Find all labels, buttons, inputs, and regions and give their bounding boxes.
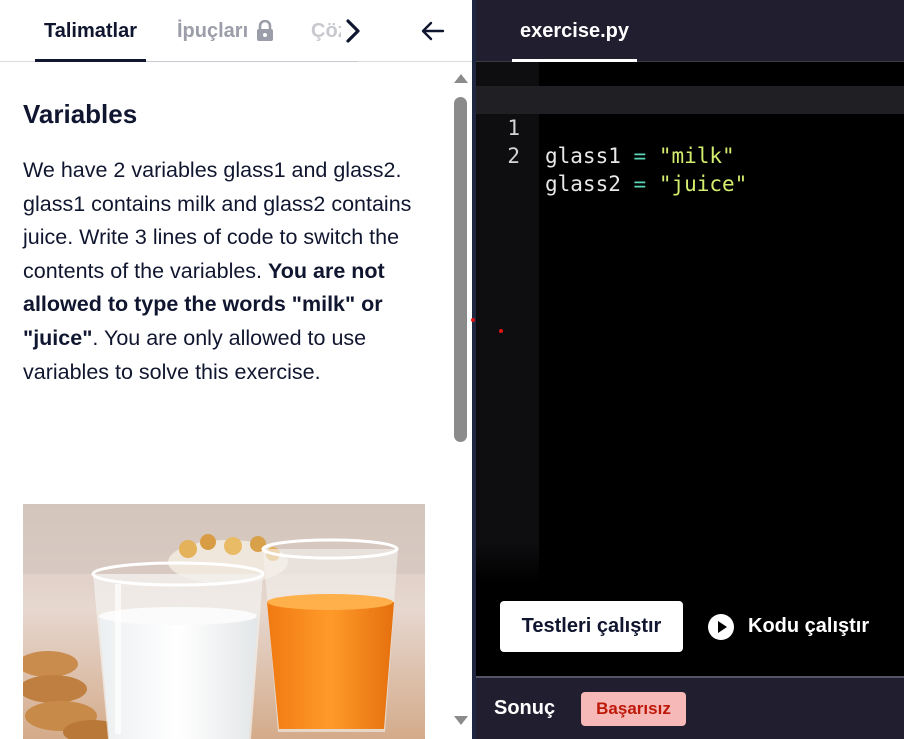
code-line[interactable]: 2 glass2 = "juice" <box>476 114 904 196</box>
scrollbar-thumb[interactable] <box>454 97 467 442</box>
editor-tab-bar: exercise.py <box>476 0 904 62</box>
code-line[interactable]: 1 glass1 = "milk" <box>476 86 904 168</box>
instructions-content: Variables We have 2 variables glass1 and… <box>0 62 448 739</box>
editor-bottom-fade <box>476 542 904 582</box>
variable-name: glass1 <box>545 144 621 168</box>
arrow-left-icon[interactable] <box>418 16 448 46</box>
status-badge: Başarısız <box>581 692 686 726</box>
tab-solution[interactable]: Çözüm <box>311 0 341 62</box>
lesson-title: Variables <box>23 99 138 129</box>
instructions-tab-bar: Talimatlar İpuçları Çözüm <box>0 0 472 62</box>
editor-actions: Testleri çalıştır Kodu çalıştır <box>476 582 904 676</box>
file-tab-exercise[interactable]: exercise.py <box>512 0 637 62</box>
code-editor-panel: exercise.py 1 glass1 = "milk" 2 glass2 =… <box>476 0 904 739</box>
lock-icon <box>256 19 274 42</box>
code-editor[interactable]: 1 glass1 = "milk" 2 glass2 = "juice" <box>476 62 904 582</box>
code-text: glass1 = "milk" <box>545 142 735 170</box>
instructions-panel: Talimatlar İpuçları Çözüm Va <box>0 0 472 739</box>
play-icon <box>708 613 734 640</box>
scroll-up-arrow-icon[interactable] <box>454 74 468 83</box>
code-text: glass2 = "juice" <box>545 170 747 198</box>
tab-hints[interactable]: İpuçları <box>177 0 274 62</box>
instructions-scrollbar[interactable] <box>450 62 472 739</box>
run-code-button[interactable]: Kodu çalıştır <box>708 601 888 652</box>
tab-hints-label: İpuçları <box>177 19 249 42</box>
chevron-right-icon[interactable] <box>341 16 365 46</box>
line-number: 2 <box>507 144 520 168</box>
cursor-marker <box>499 329 503 333</box>
run-code-label: Kodu çalıştır <box>748 615 870 637</box>
variable-name: glass2 <box>545 172 621 196</box>
assignment-operator: = <box>633 144 647 168</box>
tab-instructions[interactable]: Talimatlar <box>35 0 146 62</box>
milk-and-juice-image <box>23 504 425 739</box>
cursor-marker <box>471 318 475 322</box>
lesson-description: We have 2 variables glass1 and glass2. g… <box>23 154 423 389</box>
result-bar: Sonuç Başarısız <box>476 676 904 739</box>
run-tests-button[interactable]: Testleri çalıştır <box>500 601 683 652</box>
string-literal: "juice" <box>658 172 748 196</box>
assignment-operator: = <box>633 172 647 196</box>
result-label: Sonuç <box>494 697 556 719</box>
scroll-down-arrow-icon[interactable] <box>454 716 468 725</box>
string-literal: "milk" <box>658 144 735 168</box>
